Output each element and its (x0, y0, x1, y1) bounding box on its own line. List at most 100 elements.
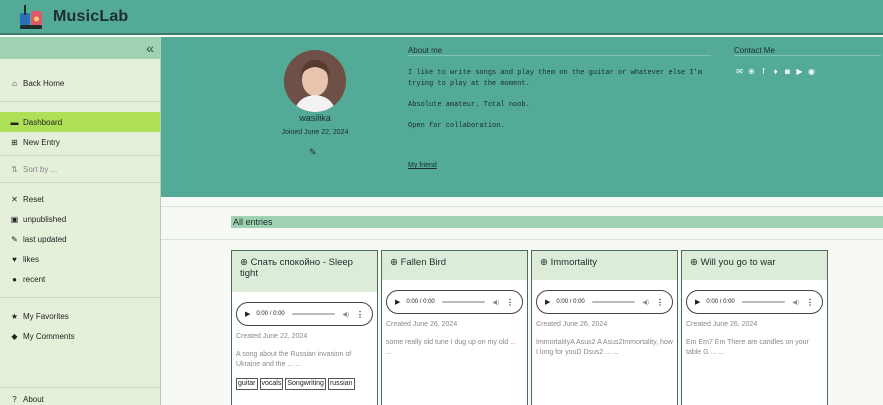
entry-title[interactable]: ⊕ Fallen Bird (382, 251, 527, 280)
filter-label: likes (23, 254, 40, 264)
home-icon: ⌂ (12, 78, 17, 88)
social-links: ✉ ⊕ f ♦ ◙ ▶ ◉ (734, 67, 817, 76)
question-icon: ? (12, 394, 17, 404)
filter-recent[interactable]: ● recent (0, 269, 160, 289)
play-icon[interactable]: ▶ (695, 298, 700, 306)
avatar (284, 50, 346, 112)
youtube-icon[interactable]: ▶ (794, 67, 805, 76)
top-bar: MusicLab (0, 0, 883, 35)
filter-unpublished[interactable]: ▣ unpublished (0, 209, 160, 229)
sort-by-select[interactable]: ⇅ Sort by ... (0, 159, 160, 179)
sidebar-item-new-entry[interactable]: ⊞ New Entry (0, 132, 160, 152)
edit-profile-icon[interactable]: ✎ (309, 147, 317, 158)
sidebar-item-label: Dashboard (23, 117, 63, 127)
audio-time: 0:00 / 0:00 (406, 299, 435, 305)
username: wasilika (299, 113, 331, 123)
entry-tags: guitar vocals Songwriting russian (232, 370, 377, 390)
tag[interactable]: russian (327, 378, 355, 390)
divider (0, 101, 160, 102)
audio-progress-bar[interactable] (441, 301, 486, 303)
filter-label: last updated (23, 234, 67, 244)
more-options-icon[interactable]: ⋮ (656, 298, 664, 307)
sidebar-item-label: About (23, 394, 44, 404)
sidebar-item-about[interactable]: ? About (0, 389, 44, 405)
twitter-icon[interactable]: ♦ (770, 67, 781, 76)
volume-icon[interactable]: ◀) (342, 311, 349, 318)
divider (734, 55, 881, 56)
about-paragraph: Absolute amateur. Total noob. (408, 101, 530, 109)
entry-title[interactable]: ⊕ Immortality (532, 251, 677, 280)
globe-icon[interactable]: ⊕ (746, 67, 757, 76)
entry-card[interactable]: ⊕ Fallen Bird ▶ 0:00 / 0:00 ◀) ⋮ Created… (381, 250, 528, 405)
volume-icon[interactable]: ◀) (492, 299, 499, 306)
audio-player[interactable]: ▶ 0:00 / 0:00 ◀) ⋮ (536, 290, 673, 314)
entry-card[interactable]: ⊕ Immortality ▶ 0:00 / 0:00 ◀) ⋮ Created… (531, 250, 678, 405)
friend-link[interactable]: My friend (408, 162, 437, 169)
sidebar-item-dashboard[interactable]: ▬ Dashboard (0, 112, 160, 132)
more-options-icon[interactable]: ⋮ (506, 298, 514, 307)
about-text: I like to write songs and play them on t… (408, 68, 728, 142)
collapse-sidebar-button[interactable]: « (0, 37, 160, 59)
about-paragraph: Open for collaboration. (408, 122, 505, 130)
instagram-icon[interactable]: ◙ (782, 67, 793, 76)
sidebar-item-label: New Entry (23, 137, 60, 147)
spotify-icon[interactable]: ◉ (806, 67, 817, 76)
entry-card[interactable]: ⊕ Спать спокойно - Sleep tight ▶ 0:00 / … (231, 250, 378, 405)
audio-progress-bar[interactable] (741, 301, 786, 303)
joined-date: Joined June 22, 2024 (281, 129, 349, 136)
audio-player[interactable]: ▶ 0:00 / 0:00 ◀) ⋮ (386, 290, 523, 314)
entry-title-text: Fallen Bird (400, 257, 447, 268)
star-icon: ★ (10, 311, 19, 321)
volume-icon[interactable]: ◀) (792, 299, 799, 306)
audio-player[interactable]: ▶ 0:00 / 0:00 ◀) ⋮ (686, 290, 823, 314)
audio-time: 0:00 / 0:00 (556, 299, 585, 305)
pencil-icon: ✎ (11, 234, 18, 244)
divider (0, 182, 160, 183)
entry-description: Em Em7 Em There are candles on your tabl… (686, 339, 809, 356)
divider (0, 155, 160, 156)
divider (0, 297, 160, 298)
folder-icon: ▬ (10, 117, 19, 127)
filter-reset[interactable]: ✕ Reset (0, 189, 160, 209)
email-icon[interactable]: ✉ (734, 67, 745, 76)
volume-icon[interactable]: ◀) (642, 299, 649, 306)
divider (161, 206, 883, 207)
profile-header: wasilika Joined June 22, 2024 ✎ About me… (161, 37, 883, 197)
more-options-icon[interactable]: ⋮ (356, 310, 364, 319)
audio-progress-bar[interactable] (591, 301, 636, 303)
sidebar-item-my-comments[interactable]: ◆ My Comments (0, 326, 160, 346)
sidebar-item-my-favorites[interactable]: ★ My Favorites (0, 306, 160, 326)
play-icon[interactable]: ▶ (545, 298, 550, 306)
audio-time: 0:00 / 0:00 (706, 299, 735, 305)
sidebar-item-back-home[interactable]: ⌂ Back Home (0, 73, 160, 93)
contact-title: Contact Me (734, 46, 775, 55)
entry-title[interactable]: ⊕ Will you go to war (682, 251, 827, 280)
entry-title[interactable]: ⊕ Спать спокойно - Sleep tight (232, 251, 377, 292)
comment-icon: ◆ (11, 331, 18, 341)
entry-created-date: Created June 26, 2024 (386, 321, 458, 328)
play-icon[interactable]: ▶ (245, 310, 250, 318)
audio-progress-bar[interactable] (291, 313, 336, 315)
play-icon[interactable]: ▶ (395, 298, 400, 306)
entry-title-text: Will you go to war (700, 257, 776, 268)
tag[interactable]: vocals (259, 378, 284, 390)
sort-by-label: Sort by ... (23, 164, 58, 174)
audio-player[interactable]: ▶ 0:00 / 0:00 ◀) ⋮ (236, 302, 373, 326)
about-title: About me (408, 46, 443, 55)
divider (408, 55, 711, 56)
filter-last-updated[interactable]: ✎ last updated (0, 229, 160, 249)
more-options-icon[interactable]: ⋮ (806, 298, 814, 307)
entry-title-text: Immortality (550, 257, 598, 268)
tag[interactable]: guitar (236, 378, 258, 390)
tag[interactable]: Songwriting (285, 378, 326, 390)
filter-likes[interactable]: ♥ likes (0, 249, 160, 269)
divider (0, 387, 160, 388)
audio-time: 0:00 / 0:00 (256, 311, 285, 317)
musiclab-logo-icon[interactable] (18, 3, 44, 31)
entry-card[interactable]: ⊕ Will you go to war ▶ 0:00 / 0:00 ◀) ⋮ … (681, 250, 828, 405)
facebook-icon[interactable]: f (758, 67, 769, 76)
double-chevron-left-icon: « (146, 40, 154, 56)
sidebar-item-label: Back Home (23, 78, 65, 88)
app-name[interactable]: MusicLab (53, 8, 128, 26)
entry-created-date: Created June 22, 2024 (236, 333, 308, 340)
